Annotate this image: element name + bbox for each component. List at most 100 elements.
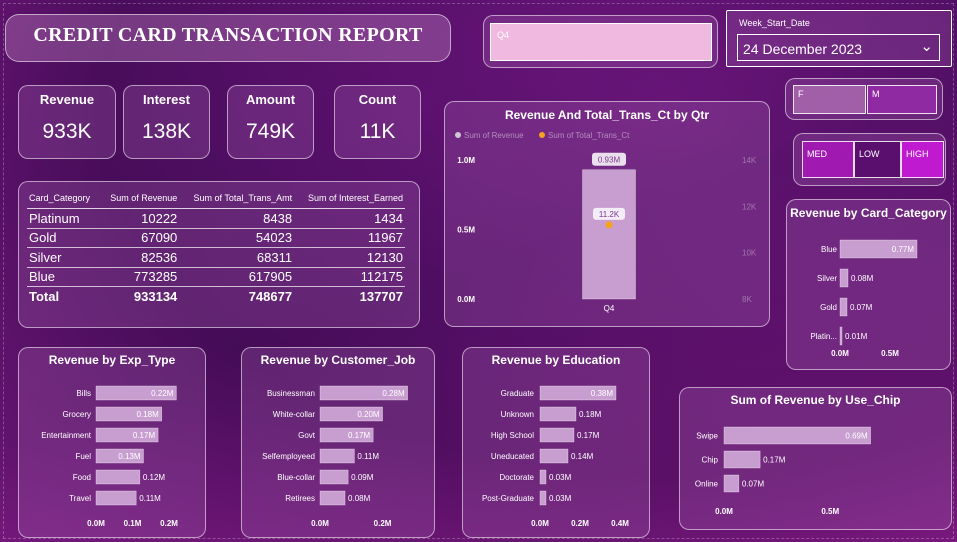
bar xyxy=(539,469,547,485)
table-row: Gold 67090 54023 11967 xyxy=(27,228,405,248)
category-label: Retirees xyxy=(285,494,315,503)
kpi-card-amount: Amount 749K xyxy=(227,85,314,159)
column-header[interactable]: Card_Category xyxy=(27,188,100,209)
data-label: 0.03M xyxy=(549,473,572,482)
exp-type-bars-svg: Bills 0.22M Grocery 0.18M Entertainment 0.17M… xyxy=(41,385,178,528)
category-label: Grocery xyxy=(63,410,91,419)
quarter-option-selected[interactable]: Q4 xyxy=(490,23,712,61)
use-chip-bars-svg: Swipe 0.69M Chip 0.17M Online 0.07M 0.0M 0.5M xyxy=(695,426,871,516)
income-slicer[interactable]: MED LOW HIGH xyxy=(793,133,946,186)
income-option-low[interactable]: LOW xyxy=(854,141,901,178)
report-title: CREDIT CARD TRANSACTION REPORT xyxy=(33,24,423,46)
x-tick-label: 0.1M xyxy=(124,519,142,528)
gender-slicer[interactable]: F M xyxy=(785,78,943,120)
category-label: Gold xyxy=(820,303,837,312)
category-label: Entertainment xyxy=(41,431,92,440)
income-option-high[interactable]: HIGH xyxy=(901,141,944,178)
customer-job-bars-svg: Businessman 0.28M White-collar 0.20M Govt 0.1… xyxy=(262,385,408,528)
chevron-down-icon[interactable]: ⌄ xyxy=(920,37,933,55)
table-cell: 10222 xyxy=(99,208,180,229)
data-label: 0.03M xyxy=(549,494,572,503)
data-label: 0.17M xyxy=(577,431,600,440)
table-cell: 67090 xyxy=(99,228,180,248)
table-row: Platinum 10222 8438 1434 xyxy=(27,208,405,229)
kpi-label: Count xyxy=(358,92,397,107)
bar xyxy=(95,469,141,485)
data-label: 0.07M xyxy=(850,303,873,312)
data-label: 0.20M xyxy=(357,410,380,419)
data-label: 0.17M xyxy=(763,456,786,465)
y2-tick-label: 8K xyxy=(742,295,752,304)
column-header[interactable]: Sum of Revenue xyxy=(99,188,180,209)
summary-table-card: Card_Category Sum of Revenue Sum of Tota… xyxy=(18,181,420,328)
data-label: 0.11M xyxy=(357,452,379,461)
x-tick-label: 0.0M xyxy=(531,519,549,528)
kpi-card-interest: Interest 138K xyxy=(123,85,210,159)
column-header[interactable]: Sum of Total_Trans_Amt xyxy=(179,188,295,209)
kpi-card-count: Count 11K xyxy=(334,85,421,159)
table-cell: 68311 xyxy=(179,247,295,268)
category-label: Chip xyxy=(702,456,719,465)
x-tick-label: 0.0M xyxy=(87,519,105,528)
education-bars-svg: Graduate 0.38M Unknown 0.18M High School 0.17… xyxy=(482,385,629,528)
summary-table: Card_Category Sum of Revenue Sum of Tota… xyxy=(27,188,405,306)
data-label: 0.01M xyxy=(845,332,868,341)
bar xyxy=(839,297,848,317)
x-tick-label: 0.0M xyxy=(831,349,849,358)
category-label: Fuel xyxy=(75,452,91,461)
date-dropdown-value: 24 December 2023 xyxy=(743,41,863,57)
data-label: 0.38M xyxy=(591,389,614,398)
kpi-value: 138K xyxy=(141,120,192,143)
report-title-card: CREDIT CARD TRANSACTION REPORT xyxy=(5,14,451,62)
gender-option-m[interactable]: M xyxy=(867,85,937,114)
table-cell: 12130 xyxy=(294,247,405,268)
date-slicer-label: Week_Start_Date xyxy=(739,18,810,28)
x-tick-label: 0.5M xyxy=(881,349,899,358)
income-option-med[interactable]: MED xyxy=(802,141,854,178)
table-cell: 748677 xyxy=(248,289,293,304)
kpi-value: 749K xyxy=(245,120,296,143)
card-category-bars-svg: Blue 0.77M Silver 0.08M Gold 0.07M Platin... 0.… xyxy=(810,239,918,358)
bar xyxy=(723,474,740,493)
bar xyxy=(319,490,346,506)
date-dropdown[interactable]: 24 December 2023 ⌄ xyxy=(737,34,940,61)
category-label: Govt xyxy=(298,431,316,440)
bar xyxy=(539,427,575,443)
data-label: 0.77M xyxy=(892,245,915,254)
table-cell: 54023 xyxy=(179,228,295,248)
bar xyxy=(539,448,569,464)
bar xyxy=(319,469,349,485)
gender-option-f[interactable]: F xyxy=(793,85,866,114)
legend-marker-revenue xyxy=(455,132,461,138)
category-label: Post-Graduate xyxy=(482,494,535,503)
bar xyxy=(723,450,761,469)
table-cell: 773285 xyxy=(99,267,180,287)
table-cell: 8438 xyxy=(179,208,295,229)
data-label: 0.93M xyxy=(598,156,621,165)
bar xyxy=(839,268,849,288)
x-tick-label: Q4 xyxy=(604,304,615,313)
bar xyxy=(539,490,547,506)
table-cell: 11967 xyxy=(294,228,405,248)
kpi-label: Interest xyxy=(143,92,190,107)
revenue-by-customer-job-chart: Revenue by Customer_Job Businessman 0.28M… xyxy=(241,347,435,538)
y2-tick-label: 12K xyxy=(742,202,757,211)
category-label: Blue-collar xyxy=(277,473,315,482)
category-label: Platin... xyxy=(810,332,837,341)
table-cell: 82536 xyxy=(99,247,180,268)
y-tick-label: 1.0M xyxy=(457,156,475,165)
quarter-slicer[interactable]: Q4 xyxy=(483,15,718,68)
x-tick-label: 0.0M xyxy=(311,519,329,528)
column-header[interactable]: Sum of Interest_Earned xyxy=(294,188,405,209)
quarter-option-label: Q4 xyxy=(497,30,510,40)
data-label: 0.08M xyxy=(851,274,874,283)
category-label: Businessman xyxy=(267,389,315,398)
category-label: White-collar xyxy=(273,410,316,419)
x-tick-label: 0.0M xyxy=(715,507,733,516)
bar xyxy=(95,490,137,506)
category-label: Doctorate xyxy=(499,473,534,482)
x-tick-label: 0.2M xyxy=(160,519,178,528)
revenue-by-card-category-chart: Revenue by Card_Category Blue 0.77M Silver… xyxy=(786,199,951,370)
week-start-date-slicer[interactable]: Week_Start_Date 24 December 2023 ⌄ xyxy=(726,10,952,67)
table-header-row: Card_Category Sum of Revenue Sum of Tota… xyxy=(27,188,405,209)
